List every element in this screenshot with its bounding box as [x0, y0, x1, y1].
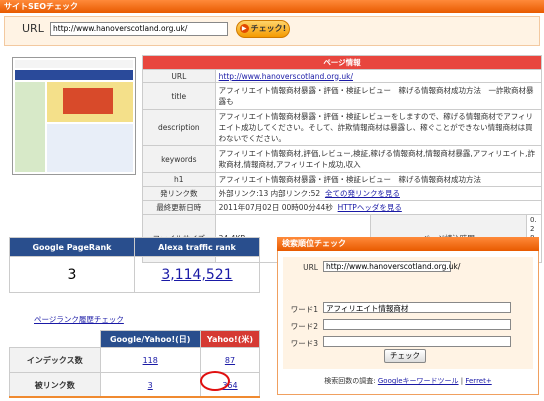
description-row-value: アフィリエイト情報商材暴露・評価・検証レビューをしますので、稼げる情報商材でアフ… [214, 109, 543, 146]
yahoo-us-header: Yahoo!(米) [199, 330, 261, 348]
word2-input[interactable] [323, 319, 511, 330]
alexa-header: Alexa traffic rank [134, 237, 260, 257]
h1-row-label: h1 [142, 172, 216, 187]
index-google-cell: 118 [99, 347, 201, 373]
keywords-row-value: アフィリエイト情報商材,評価,レビュー,検証,稼げる情報商材,情報商材暴露,アフ… [214, 145, 543, 173]
alexa-value-cell: 3,114,521 [134, 256, 260, 293]
description-row-label: description [142, 109, 216, 146]
title-row-value: アフィリエイト情報商材暴露・評価・検証レビュー 稼げる情報商材成功方法 一詐欺商… [214, 82, 543, 110]
page-url-link[interactable]: http://www.hanoverscotland.org.uk/ [219, 72, 353, 81]
check-button-label: チェック! [250, 24, 287, 33]
pagerank-header: Google PageRank [9, 237, 135, 257]
alexa-rank-link[interactable]: 3,114,521 [161, 267, 232, 283]
rank-check-title: 検索順位チェック [277, 237, 539, 251]
rank-check-button[interactable]: チェック [384, 349, 426, 363]
pagerank-history-link[interactable]: ページランク履歴チェック [34, 314, 124, 325]
all-links-link[interactable]: 全ての発リンクを見る [325, 189, 400, 198]
bottom-divider [9, 396, 260, 398]
google-yahoo-jp-header: Google/Yahoo!(日) [99, 330, 201, 348]
url-row-label: URL [142, 69, 216, 83]
rank-note-prefix: 検索回数の調査: [324, 377, 376, 385]
links-count-text: 外部リンク:13 内部リンク:52 [218, 189, 321, 198]
updated-date-text: 2011年07月02日 00時00分44秒 [218, 203, 333, 212]
links-row-value: 外部リンク:13 内部リンク:52 全ての発リンクを見る [214, 186, 543, 201]
index-count-label: インデックス数 [9, 347, 101, 373]
backlinks-google-cell: 3 [99, 372, 201, 398]
rank-url-input[interactable]: http://www.hanoverscotland.org.uk/ [323, 261, 460, 272]
h1-row-value: アフィリエイト情報商材暴露・評価・検証レビュー 稼げる情報商材成功方法 [214, 172, 543, 187]
backlinks-google-link[interactable]: 3 [148, 381, 153, 390]
index-google-link[interactable]: 118 [143, 356, 158, 365]
highlight-circle [200, 371, 230, 391]
page-info-table: ページ情報 URL http://www.hanoverscotland.org… [142, 55, 543, 263]
page-info-caption: ページ情報 [142, 55, 542, 70]
check-button[interactable]: ▶ チェック! [236, 20, 290, 38]
rank-note: 検索回数の調査: Googleキーワードツール | Ferret+ [283, 376, 533, 386]
word3-input[interactable] [323, 336, 511, 347]
title-row-label: title [142, 82, 216, 110]
updated-row-label: 最終更新日時 [142, 200, 216, 215]
google-keyword-tool-link[interactable]: Googleキーワードツール [378, 377, 459, 385]
url-label: URL [22, 22, 44, 35]
updated-row-value: 2011年07月02日 00時00分44秒 HTTPヘッダを見る [214, 200, 543, 215]
index-yahoo-link[interactable]: 87 [225, 356, 235, 365]
arrow-right-icon: ▶ [239, 24, 249, 33]
word1-label: ワード1 [290, 305, 318, 314]
keywords-row-label: keywords [142, 145, 216, 173]
pagerank-table: Google PageRank Alexa traffic rank 3 3,1… [9, 237, 260, 293]
word2-label: ワード2 [290, 322, 318, 331]
url-row-value: http://www.hanoverscotland.org.uk/ [214, 69, 543, 83]
page-header: サイトSEOチェック [0, 0, 544, 13]
word3-label: ワード3 [290, 339, 318, 348]
ferret-link[interactable]: Ferret+ [465, 377, 491, 385]
index-corner [9, 330, 100, 348]
links-row-label: 発リンク数 [142, 186, 216, 201]
url-input[interactable]: http://www.hanoverscotland.org.uk/ [50, 22, 228, 36]
backlinks-label: 被リンク数 [9, 372, 101, 398]
http-header-link[interactable]: HTTPヘッダを見る [338, 203, 402, 212]
rank-url-label: URL [303, 263, 318, 272]
pagerank-value: 3 [9, 256, 135, 293]
word1-input[interactable]: アフィリエイト情報商材 [323, 302, 511, 313]
site-thumbnail [12, 57, 136, 175]
index-yahoo-cell: 87 [199, 347, 261, 373]
